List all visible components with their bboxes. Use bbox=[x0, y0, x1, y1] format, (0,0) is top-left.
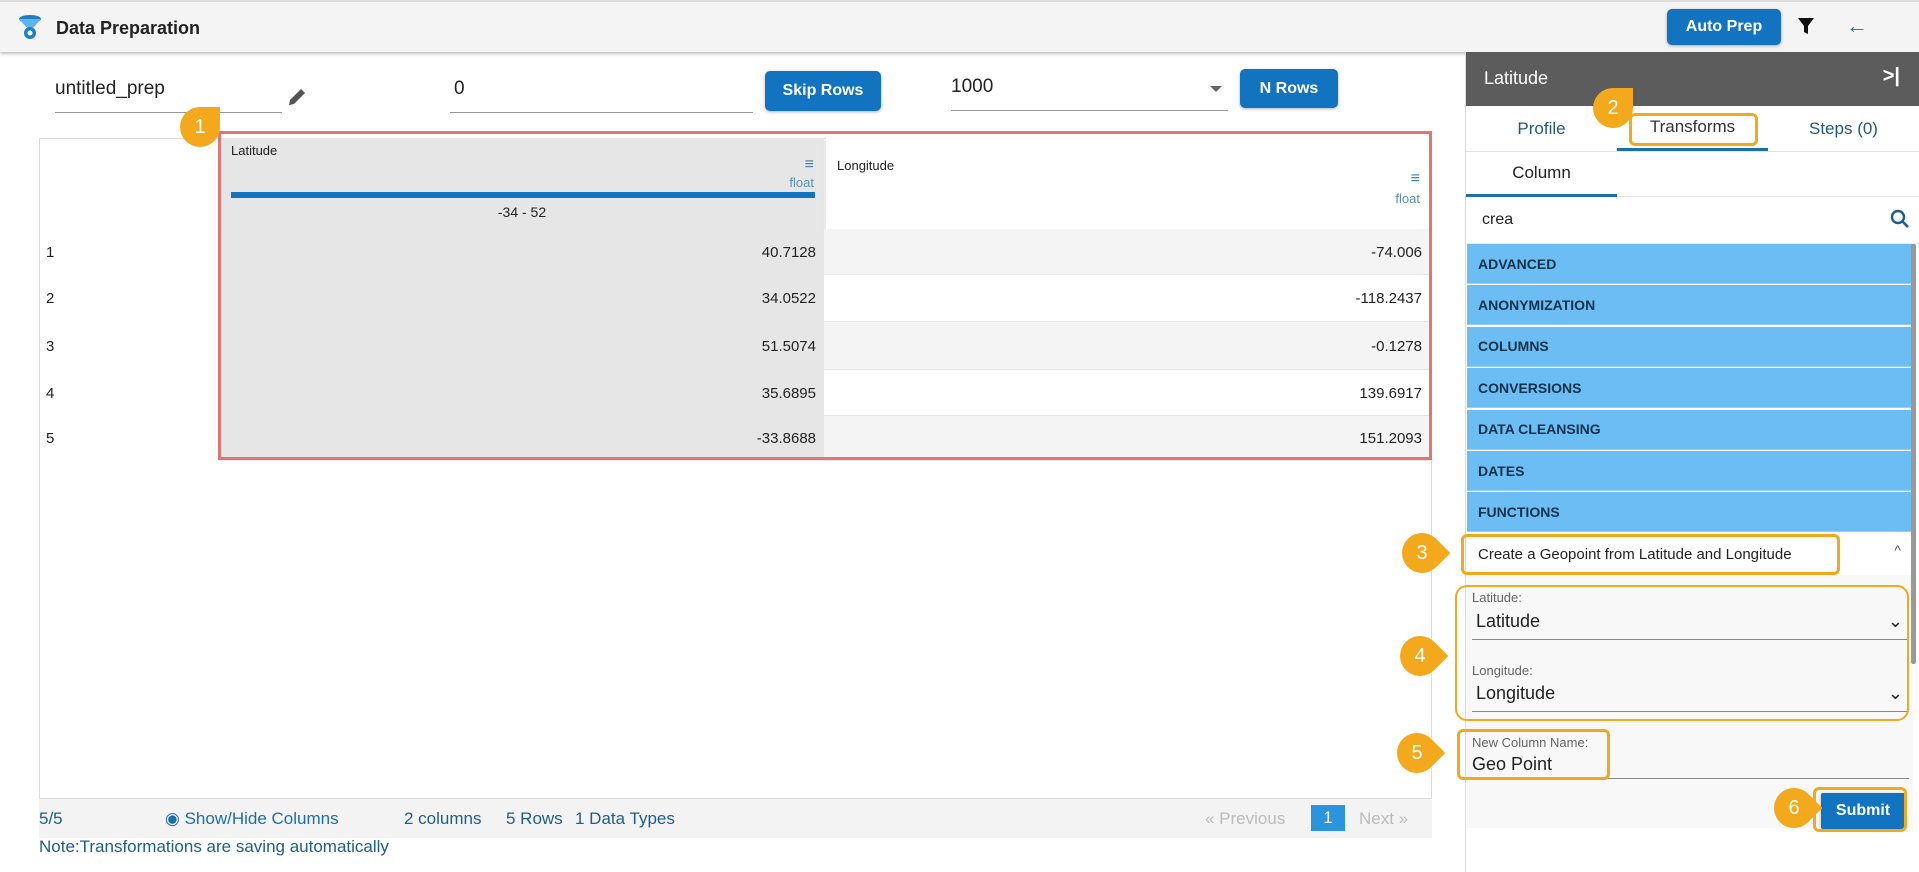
search-input[interactable]: crea bbox=[1482, 211, 1513, 229]
page-1-button[interactable]: 1 bbox=[1311, 805, 1345, 831]
panel-title: Latitude bbox=[1484, 68, 1549, 88]
highlight-new-column bbox=[1457, 729, 1610, 780]
highlight-box-table bbox=[218, 131, 1432, 460]
callout-number: 5 bbox=[1411, 741, 1423, 764]
callout-number: 6 bbox=[1788, 796, 1800, 819]
data-prep-logo-icon bbox=[19, 15, 41, 39]
row-index: 3 bbox=[40, 322, 218, 370]
callout-4: 4 bbox=[1391, 627, 1449, 685]
transform-search[interactable]: crea bbox=[1466, 197, 1919, 243]
highlight-submit bbox=[1813, 787, 1907, 832]
back-arrow-icon[interactable]: ← bbox=[1846, 13, 1868, 39]
n-rows-button[interactable]: N Rows bbox=[1240, 69, 1338, 108]
edit-pencil-icon[interactable] bbox=[286, 86, 308, 108]
highlight-transform-item bbox=[1461, 534, 1840, 575]
collapse-panel-icon[interactable]: >| bbox=[1883, 65, 1900, 88]
n-rows-value: 1000 bbox=[951, 76, 994, 97]
category-columns[interactable]: COLUMNS bbox=[1467, 326, 1913, 367]
callout-number: 2 bbox=[1607, 96, 1619, 119]
category-functions[interactable]: FUNCTIONS bbox=[1467, 492, 1913, 533]
chevron-up-icon[interactable]: ^ bbox=[1894, 542, 1901, 558]
next-page-button[interactable]: Next » bbox=[1359, 809, 1408, 829]
show-hide-label: Show/Hide Columns bbox=[184, 809, 339, 828]
row-index: 1 bbox=[40, 229, 218, 275]
app-header: Data Preparation bbox=[0, 0, 1919, 52]
show-hide-columns-link[interactable]: ◉ Show/Hide Columns bbox=[165, 809, 339, 829]
callout-number: 1 bbox=[194, 115, 206, 138]
callout-5: 5 bbox=[1388, 724, 1446, 782]
app-title: Data Preparation bbox=[56, 18, 201, 38]
n-rows-select[interactable]: 1000 bbox=[951, 76, 1228, 111]
columns-count: 2 columns bbox=[404, 809, 482, 828]
callout-1: 1 bbox=[180, 107, 220, 147]
category-data-cleansing[interactable]: DATA CLEANSING bbox=[1467, 409, 1913, 450]
highlight-transforms-tab bbox=[1629, 113, 1758, 146]
subtab-column[interactable]: Column bbox=[1466, 151, 1617, 197]
skip-rows-input[interactable]: 0 bbox=[450, 78, 753, 113]
category-advanced[interactable]: ADVANCED bbox=[1467, 244, 1913, 284]
category-anonymization[interactable]: ANONYMIZATION bbox=[1467, 285, 1913, 326]
search-icon[interactable] bbox=[1890, 209, 1910, 229]
callout-3: 3 bbox=[1393, 524, 1451, 582]
skip-rows-button[interactable]: Skip Rows bbox=[765, 71, 881, 111]
row-count: 5/5 bbox=[39, 809, 63, 828]
filter-icon[interactable] bbox=[1797, 17, 1815, 35]
category-conversions[interactable]: CONVERSIONS bbox=[1467, 368, 1913, 409]
auto-prep-button[interactable]: Auto Prep bbox=[1667, 9, 1781, 45]
row-index: 5 bbox=[40, 416, 218, 461]
panel-scrollbar[interactable] bbox=[1911, 244, 1916, 664]
callout-number: 3 bbox=[1416, 541, 1428, 564]
callout-6: 6 bbox=[1765, 779, 1823, 837]
previous-page-button[interactable]: « Previous bbox=[1205, 809, 1285, 829]
row-index: 4 bbox=[40, 370, 218, 416]
table-footer: 5/5 ◉ Show/Hide Columns 2 columns 5 Rows… bbox=[39, 799, 1432, 838]
panel-header: Latitude >| bbox=[1466, 52, 1919, 106]
highlight-column-selects bbox=[1455, 585, 1909, 721]
autosave-note: Note:Transformations are saving automati… bbox=[39, 837, 389, 856]
category-dates[interactable]: DATES bbox=[1467, 451, 1913, 491]
callout-2: 2 bbox=[1593, 88, 1633, 128]
types-count: 1 Data Types bbox=[575, 809, 675, 828]
callout-number: 4 bbox=[1414, 644, 1426, 667]
eye-icon: ◉ bbox=[165, 809, 180, 828]
row-index: 2 bbox=[40, 275, 218, 322]
prep-name-input[interactable]: untitled_prep bbox=[55, 78, 282, 113]
dropdown-caret-icon bbox=[1210, 86, 1222, 98]
rows-count: 5 Rows bbox=[506, 809, 563, 828]
tab-steps[interactable]: Steps (0) bbox=[1768, 106, 1919, 151]
